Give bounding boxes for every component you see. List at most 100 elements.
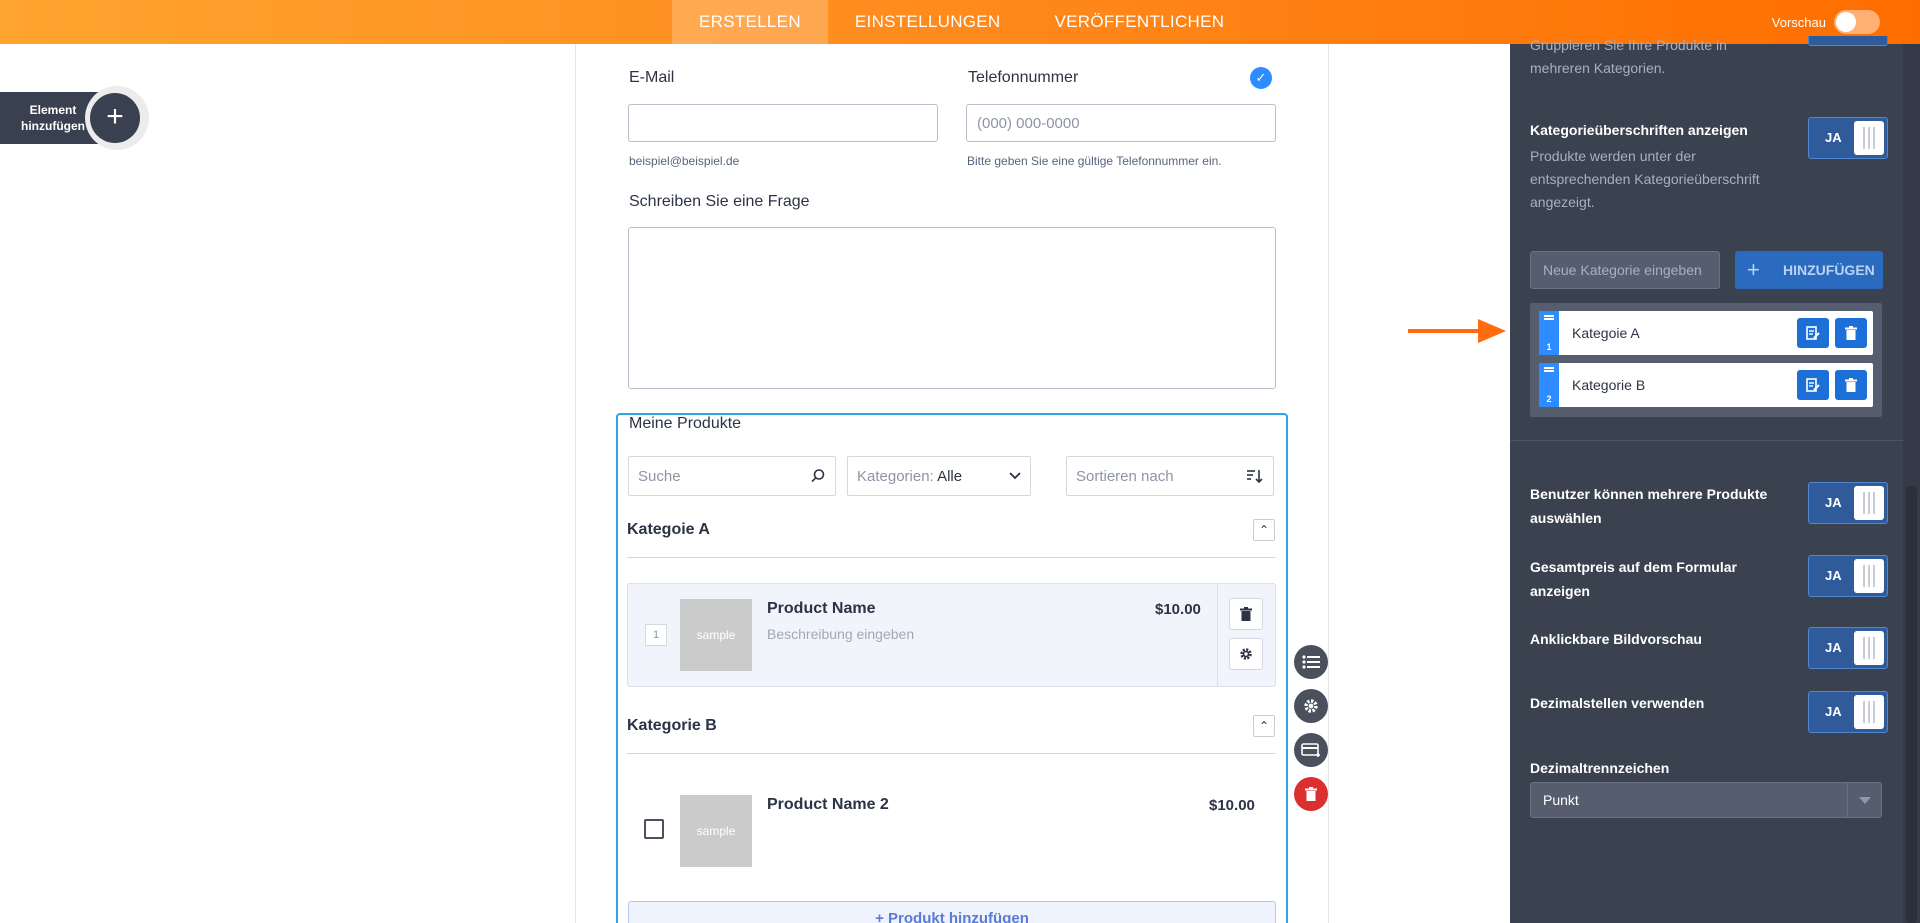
email-field[interactable] xyxy=(628,104,938,142)
product-description[interactable]: Beschreibung eingeben xyxy=(767,626,914,642)
toggle-state: JA xyxy=(1825,130,1842,145)
product-name[interactable]: Product Name 2 xyxy=(767,796,889,814)
decimal-separator-label: Dezimaltrennzeichen xyxy=(1530,760,1670,776)
trash-icon xyxy=(1305,787,1317,801)
search-input[interactable]: Suche xyxy=(628,456,836,496)
question-textarea[interactable] xyxy=(628,227,1276,389)
chevron-up-icon: ⌃ xyxy=(1258,719,1270,733)
search-icon xyxy=(811,469,825,483)
add-element-label: Element hinzufügen xyxy=(21,103,85,133)
add-category-button[interactable]: + HINZUFÜGEN xyxy=(1735,251,1883,289)
add-product-button[interactable]: + Produkt hinzufügen xyxy=(628,901,1276,923)
email-label: E-Mail xyxy=(629,69,675,86)
show-headings-description: Produkte werden unter der entsprechenden… xyxy=(1530,148,1760,210)
categories-label: Kategorien: xyxy=(857,467,934,485)
total-price-toggle[interactable]: JA xyxy=(1808,555,1888,597)
collapse-category-a-button[interactable]: ⌃ xyxy=(1253,519,1275,541)
multiple-products-toggle[interactable]: JA xyxy=(1808,482,1888,524)
payment-settings-button[interactable] xyxy=(1294,733,1328,767)
caret-down-icon xyxy=(1847,783,1881,817)
phone-field[interactable]: (000) 000-0000 xyxy=(966,104,1276,142)
list-icon xyxy=(1302,655,1320,669)
product-list-button[interactable] xyxy=(1294,645,1328,679)
sort-label: Sortieren nach xyxy=(1076,467,1174,485)
image-preview-title: Anklickbare Bildvorschau xyxy=(1530,631,1702,647)
toggle-state: JA xyxy=(1825,568,1842,583)
add-element-button[interactable]: Element hinzufügen + xyxy=(0,86,149,150)
sort-icon xyxy=(1247,470,1263,484)
delete-product-button[interactable] xyxy=(1229,598,1263,630)
category-heading-b: Kategorie B xyxy=(627,717,717,734)
edit-category-button[interactable] xyxy=(1797,318,1829,348)
tab-veroeffentlichen[interactable]: VERÖFFENTLICHEN xyxy=(1028,0,1252,44)
divider xyxy=(1217,584,1218,686)
drag-handle-icon[interactable]: 2 xyxy=(1539,363,1559,407)
tab-erstellen[interactable]: ERSTELLEN xyxy=(672,0,828,44)
element-settings-button[interactable] xyxy=(1294,689,1328,723)
quantity-field[interactable]: 1 xyxy=(645,624,667,646)
divider xyxy=(627,753,1276,754)
category-name[interactable]: Kategoie A xyxy=(1572,325,1640,341)
trash-icon xyxy=(1845,378,1857,392)
categories-filter: Kategorien: Alle xyxy=(857,468,962,485)
product-settings-button[interactable] xyxy=(1229,638,1263,670)
product-name[interactable]: Product Name xyxy=(767,600,875,618)
show-headings-title: Kategorieüberschriften anzeigen xyxy=(1530,122,1748,138)
delete-element-button[interactable] xyxy=(1294,777,1328,811)
category-index: 1 xyxy=(1546,342,1552,352)
category-item-b[interactable]: 2 Kategorie B xyxy=(1539,363,1873,407)
product-image[interactable]: sample xyxy=(680,599,752,671)
toggle-knob xyxy=(1836,12,1856,32)
tab-einstellungen[interactable]: EINSTELLUNGEN xyxy=(828,0,1028,44)
category-item-a[interactable]: 1 Kategoie A xyxy=(1539,311,1873,355)
category-name[interactable]: Kategorie B xyxy=(1572,377,1645,393)
toggle-knob xyxy=(1854,631,1884,665)
edit-category-button[interactable] xyxy=(1797,370,1829,400)
search-placeholder: Suche xyxy=(638,467,681,485)
chevron-down-icon xyxy=(1009,472,1021,480)
check-icon: ✓ xyxy=(1250,67,1272,89)
preview-toggle[interactable] xyxy=(1834,10,1880,34)
toggle-state: JA xyxy=(1825,704,1842,719)
multiple-products-title: Benutzer können mehrere Produkte auswähl… xyxy=(1530,486,1768,526)
toggle-knob xyxy=(1854,695,1884,729)
chevron-up-icon: ⌃ xyxy=(1258,523,1270,537)
category-group-toggle[interactable] xyxy=(1808,36,1888,46)
divider xyxy=(627,557,1276,558)
product-checkbox[interactable] xyxy=(644,819,664,839)
decimals-toggle[interactable]: JA xyxy=(1808,691,1888,733)
new-category-input[interactable]: Neue Kategorie eingeben xyxy=(1530,251,1720,289)
phone-sublabel: Bitte geben Sie eine gültige Telefonnumm… xyxy=(967,154,1222,168)
show-headings-toggle[interactable]: JA xyxy=(1808,117,1888,159)
phone-label: Telefonnummer xyxy=(968,69,1079,86)
preview-label: Vorschau xyxy=(1771,14,1826,30)
decimal-separator-select[interactable]: Punkt xyxy=(1530,782,1882,818)
delete-category-button[interactable] xyxy=(1835,318,1867,348)
arrow-right-icon xyxy=(1408,319,1506,343)
image-preview-toggle[interactable]: JA xyxy=(1808,627,1888,669)
plus-icon[interactable]: + xyxy=(90,93,140,143)
collapse-category-b-button[interactable]: ⌃ xyxy=(1253,715,1275,737)
category-group-description: Gruppieren Sie Ihre Produkte in mehreren… xyxy=(1530,37,1727,76)
handle-lines xyxy=(1544,315,1554,317)
product-image[interactable]: sample xyxy=(680,795,752,867)
categories-dropdown[interactable]: Kategorien: Alle xyxy=(847,456,1031,496)
decimal-separator-value: Punkt xyxy=(1543,792,1579,808)
handle-lines xyxy=(1544,367,1554,369)
products-title: Meine Produkte xyxy=(629,415,742,432)
divider xyxy=(1510,440,1903,441)
total-price-title: Gesamtpreis auf dem Formular anzeigen xyxy=(1530,559,1737,599)
delete-category-button[interactable] xyxy=(1835,370,1867,400)
product-price[interactable]: $10.00 xyxy=(1155,601,1201,618)
category-heading-a: Kategoie A xyxy=(627,521,710,538)
sort-dropdown[interactable]: Sortieren nach xyxy=(1066,456,1274,496)
builder-tabs: ERSTELLEN EINSTELLUNGEN VERÖFFENTLICHEN xyxy=(672,0,1251,44)
product-price[interactable]: $10.00 xyxy=(1209,797,1255,814)
decimals-title: Dezimalstellen verwenden xyxy=(1530,695,1705,711)
credit-card-icon xyxy=(1301,743,1320,757)
trash-icon xyxy=(1240,607,1252,621)
drag-handle-icon[interactable]: 1 xyxy=(1539,311,1559,355)
gear-icon xyxy=(1304,699,1318,713)
toggle-state: JA xyxy=(1825,495,1842,510)
panel-scrollbar-thumb[interactable] xyxy=(1906,486,1917,923)
